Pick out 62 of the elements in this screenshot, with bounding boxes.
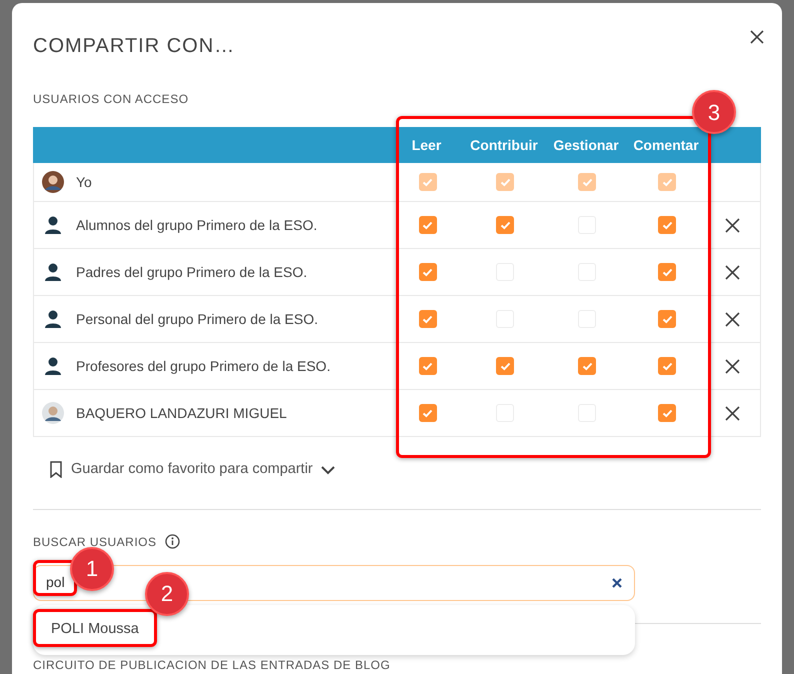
check-icon [422,408,433,418]
suggestion-item[interactable]: POLI Moussa [33,618,139,641]
user-name: Yo [76,172,92,192]
remove-button[interactable] [724,312,740,328]
user-name: BAQUERO LANDAZURI MIGUEL [76,404,287,423]
remove-button[interactable] [724,406,740,422]
check-icon [422,314,433,324]
user-name: Alumnos del grupo Primero de la ESO. [76,216,318,235]
dialog-title: COMPARTIR CON… [33,34,236,58]
check-icon [662,178,672,186]
check-icon [662,268,672,276]
user-icon [42,214,64,236]
check-icon [662,362,672,370]
remove-button[interactable] [724,218,740,234]
bookmark-icon [49,461,63,478]
check-icon [500,362,510,370]
section-label: CIRCUITO DE PUBLICACION DE LAS ENTRADAS DE BLOG [33,656,392,674]
clear-button[interactable] [612,578,622,588]
user-icon [42,261,64,283]
check-icon [662,314,672,324]
permission-checkbox[interactable] [418,263,436,281]
permission-checkbox[interactable] [658,404,676,422]
permission-checkbox[interactable] [418,310,436,328]
check-icon [422,178,433,186]
user-icon [42,308,64,330]
remove-button[interactable] [724,359,740,374]
user-name: Profesores del grupo Primero de la ESO. [76,356,330,376]
check-icon [500,220,510,230]
check-icon [422,362,433,370]
callout-number: 3 [692,90,736,134]
section-label: USUARIOS CON ACCESO [33,91,190,108]
permission-checkbox[interactable] [578,357,596,375]
check-icon [662,220,672,230]
column-header: Gestionar [552,136,620,154]
column-header: Leer [410,136,442,154]
permission-checkbox[interactable] [658,263,676,281]
check-icon [422,220,433,230]
check-icon [582,178,592,186]
info-icon [164,534,180,550]
check-icon [662,408,672,418]
permission-checkbox[interactable] [418,404,436,422]
user-icon [42,355,64,377]
permission-checkbox[interactable] [418,357,436,375]
close-button[interactable] [748,28,766,46]
favorite-dropdown[interactable]: Guardar como favorito para compartir [49,459,335,481]
avatar [42,402,64,424]
user-name: Padres del grupo Primero de la ESO. [76,262,308,282]
column-header: Contribuir [469,136,539,154]
callout-number: 1 [70,546,114,591]
remove-button[interactable] [724,265,740,280]
permission-checkbox[interactable] [658,310,676,328]
check-icon [422,268,433,276]
column-header: Comentar [632,136,700,154]
permission-checkbox[interactable] [496,357,514,375]
permission-checkbox[interactable] [496,216,514,234]
check-icon [582,362,592,370]
check-icon [500,178,510,186]
permission-checkbox[interactable] [418,216,436,234]
user-name: Personal del grupo Primero de la ESO. [76,310,318,329]
avatar [42,171,64,193]
permission-checkbox[interactable] [658,357,676,375]
permission-checkbox[interactable] [658,216,676,234]
